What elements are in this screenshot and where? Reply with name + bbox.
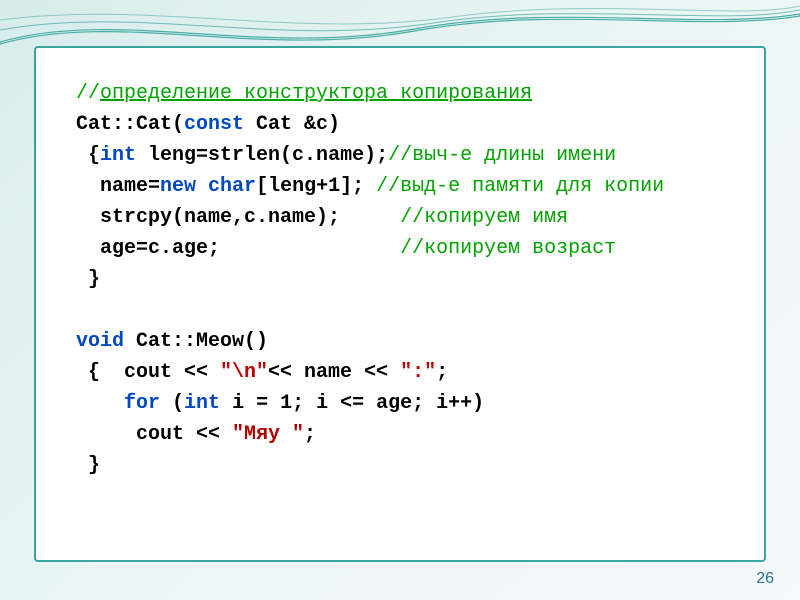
code-text: name=	[76, 175, 160, 198]
code-text: { cout <<	[76, 361, 220, 384]
code-block: //определение конструктора копирования C…	[76, 78, 732, 481]
code-text: {	[76, 144, 100, 167]
code-text: leng=strlen(c.name);	[136, 144, 388, 167]
code-text: [leng+1];	[256, 175, 376, 198]
code-text: strcpy(name,c.name);	[76, 206, 400, 229]
slide: //определение конструктора копирования C…	[0, 0, 800, 600]
code-text: }	[76, 268, 100, 291]
code-text: (	[160, 392, 184, 415]
code-text: Cat::Meow()	[124, 330, 268, 353]
comment: //выч-е длины имени	[388, 144, 616, 167]
keyword-const: const	[184, 113, 244, 136]
keyword-char: char	[208, 175, 256, 198]
comment: //выд-е памяти для копии	[376, 175, 664, 198]
code-text: << name <<	[268, 361, 400, 384]
code-text: age=c.age;	[76, 237, 400, 260]
code-text	[196, 175, 208, 198]
comment: //копируем имя	[400, 206, 568, 229]
keyword-int: int	[100, 144, 136, 167]
keyword-new: new	[160, 175, 196, 198]
code-text: Cat &c)	[244, 113, 340, 136]
string-literal: ":"	[400, 361, 436, 384]
content-panel: //определение конструктора копирования C…	[34, 46, 766, 562]
code-text: ;	[436, 361, 448, 384]
keyword-int: int	[184, 392, 220, 415]
code-text: cout <<	[76, 423, 232, 446]
keyword-for: for	[124, 392, 160, 415]
code-text	[76, 392, 124, 415]
code-text: }	[76, 454, 100, 477]
code-text: ;	[304, 423, 316, 446]
comment-title: определение конструктора копирования	[100, 82, 532, 105]
comment-slashes: //	[76, 82, 100, 105]
code-text: Cat::Cat(	[76, 113, 184, 136]
string-literal: "Мяу "	[232, 423, 304, 446]
code-text: i = 1; i <= age; i++)	[220, 392, 484, 415]
string-literal: "\n"	[220, 361, 268, 384]
comment: //копируем возраст	[400, 237, 616, 260]
page-number: 26	[756, 570, 774, 588]
keyword-void: void	[76, 330, 124, 353]
